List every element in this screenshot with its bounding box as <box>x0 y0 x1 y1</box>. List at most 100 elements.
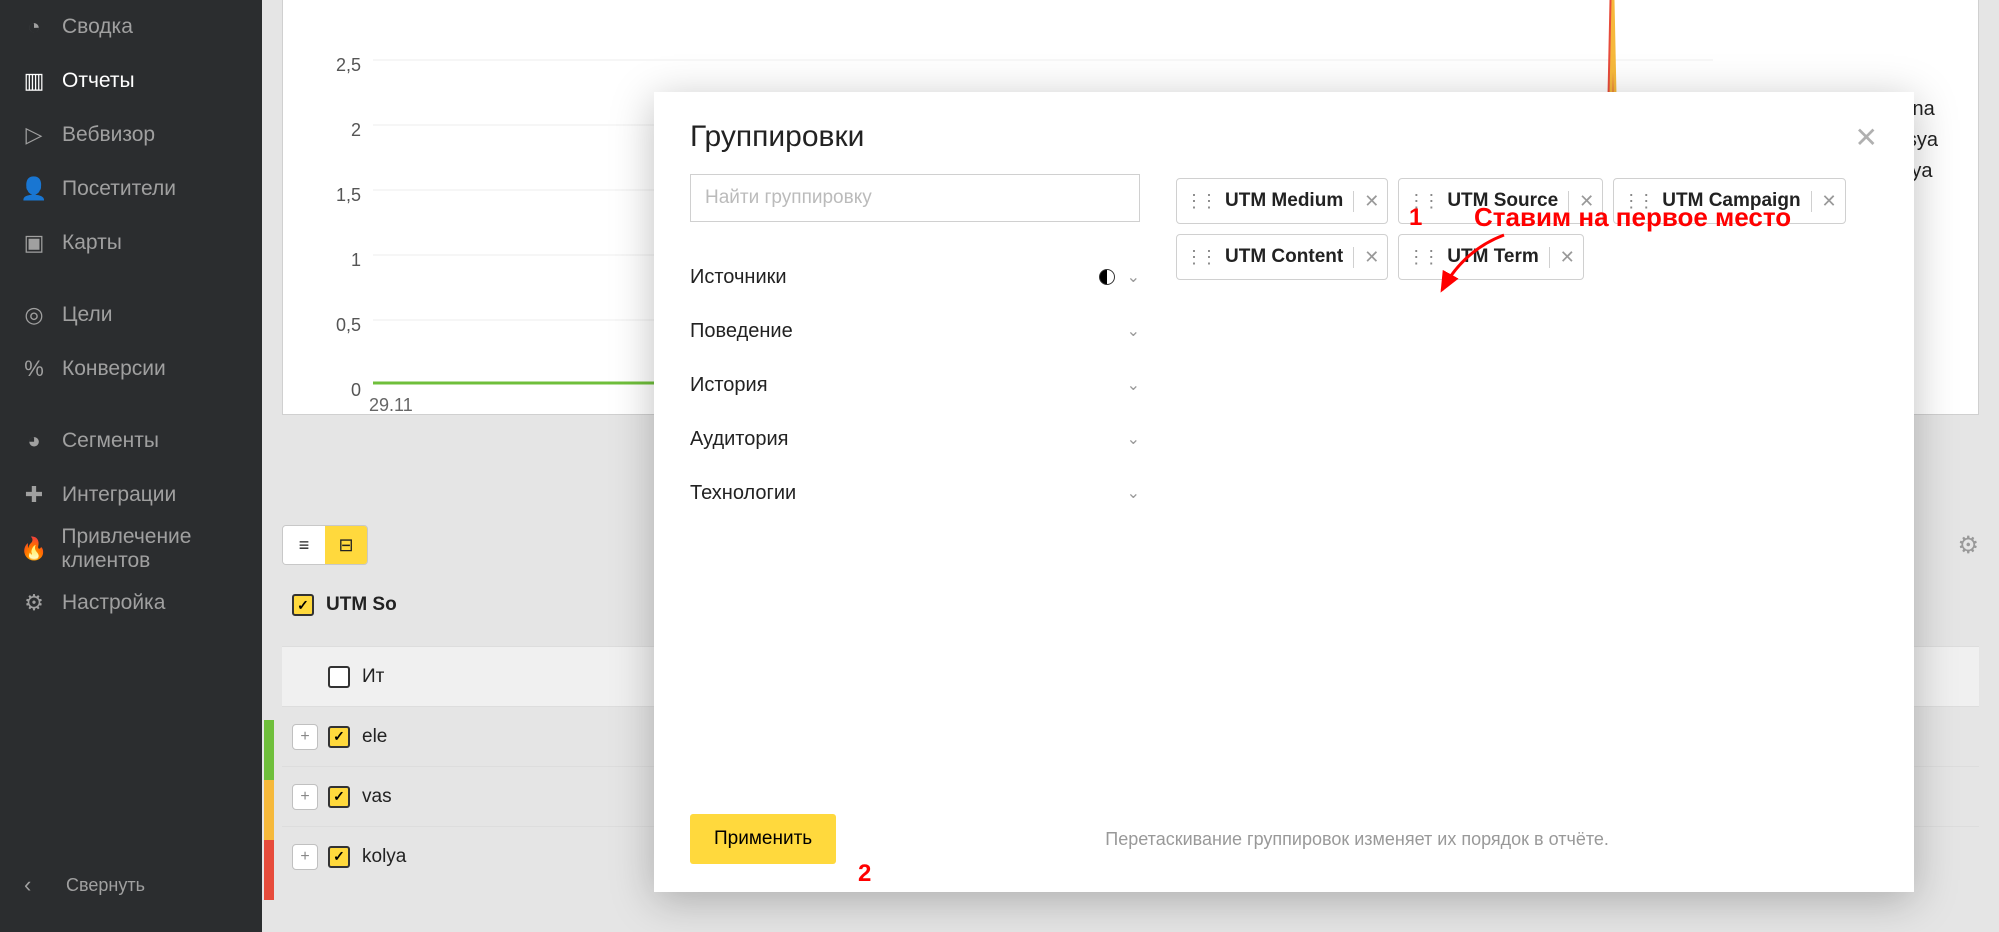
sidebar-item-label: Сводка <box>62 15 133 39</box>
groupings-modal: Группировки ✕ Источники⌄Поведение⌄Истори… <box>654 92 1914 892</box>
chip-utm-campaign[interactable]: ⋮⋮UTM Campaign✕ <box>1613 178 1845 224</box>
gear-icon[interactable]: ⚙ <box>1957 531 1979 560</box>
sidebar-item-Конверсии[interactable]: % Конверсии <box>0 342 262 396</box>
sidebar: ◔Сводка ▥ Отчеты ▷Вебвизор 👤 Посетители ▣ Карты… <box>0 0 262 932</box>
sidebar-item-label: Привлечение клиентов <box>61 525 242 573</box>
nav-icon: % <box>20 356 48 382</box>
y-tick: 2 <box>351 120 361 141</box>
chip-label: UTM Term <box>1447 246 1538 268</box>
row-label: Ит <box>362 666 384 688</box>
chip-label: UTM Medium <box>1225 190 1343 212</box>
expand-button[interactable]: + <box>292 724 318 750</box>
category-Источники[interactable]: Источники ⌄ <box>690 250 1140 304</box>
category-label: Технологии <box>690 482 796 505</box>
expand-button[interactable]: + <box>292 844 318 870</box>
chip-label: UTM Source <box>1447 190 1558 212</box>
close-icon[interactable]: ✕ <box>1855 121 1878 154</box>
sidebar-item-Цели[interactable]: ◎Цели <box>0 288 262 342</box>
sidebar-item-Интеграции[interactable]: ✚Интеграции <box>0 468 262 522</box>
y-tick: 0 <box>351 380 361 401</box>
sidebar-collapse[interactable]: ‹ Свернуть <box>0 858 262 912</box>
column-label: UTM So <box>326 594 397 616</box>
chip-remove-icon[interactable]: ✕ <box>1353 247 1379 268</box>
sidebar-item-label: Отчеты <box>62 69 135 93</box>
chip-remove-icon[interactable]: ✕ <box>1811 191 1837 212</box>
category-Технологии[interactable]: Технологии⌄ <box>690 466 1140 520</box>
row-label: kolya <box>362 846 406 868</box>
chip-utm-content[interactable]: ⋮⋮ UTM Content ✕ <box>1176 234 1388 280</box>
y-tick: 0,5 <box>336 315 361 336</box>
row-label: ele <box>362 726 387 748</box>
modal-hint: Перетаскивание группировок изменяет их п… <box>836 829 1878 850</box>
y-axis: 2,5 2 1,5 1 0,5 0 <box>289 0 369 400</box>
category-label: Аудитория <box>690 428 788 451</box>
category-Аудитория[interactable]: Аудитория ⌄ <box>690 412 1140 466</box>
row-label: vas <box>362 786 392 808</box>
drag-handle-icon[interactable]: ⋮⋮ <box>1185 191 1215 212</box>
drag-handle-icon[interactable]: ⋮⋮ <box>1622 191 1652 212</box>
nav-icon: ◎ <box>20 302 48 328</box>
nav-icon: 🔥 <box>20 536 47 562</box>
chip-utm-medium[interactable]: ⋮⋮ UTM Medium ✕ <box>1176 178 1388 224</box>
category-История[interactable]: История⌄ <box>690 358 1140 412</box>
sidebar-item-label: Посетители <box>62 177 176 201</box>
chip-remove-icon[interactable]: ✕ <box>1353 191 1379 212</box>
search-input[interactable] <box>690 174 1140 222</box>
nav-icon: ▥ <box>20 68 48 94</box>
sidebar-collapse-label: Свернуть <box>66 875 145 896</box>
sidebar-item-Сегменты[interactable]: ◕ Сегменты <box>0 414 262 468</box>
y-tick: 2,5 <box>336 55 361 76</box>
category-Поведение[interactable]: Поведение ⌄ <box>690 304 1140 358</box>
row-checkbox[interactable] <box>328 786 350 808</box>
sidebar-item-Вебвизор[interactable]: ▷Вебвизор <box>0 108 262 162</box>
y-tick: 1 <box>351 250 361 271</box>
sidebar-item-Посетители[interactable]: 👤 Посетители <box>0 162 262 216</box>
y-tick: 1,5 <box>336 185 361 206</box>
apply-button[interactable]: Применить <box>690 814 836 864</box>
chip-label: UTM Content <box>1225 246 1343 268</box>
chevron-left-icon: ‹ <box>24 872 52 898</box>
chip-remove-icon[interactable]: ✕ <box>1568 191 1594 212</box>
sidebar-item-Сводка[interactable]: ◔Сводка <box>0 0 262 54</box>
sidebar-item-label: Интеграции <box>62 483 176 507</box>
nav-icon: 👤 <box>20 176 48 202</box>
chevron-down-icon: ⌄ <box>1127 321 1140 341</box>
drag-handle-icon[interactable]: ⋮⋮ <box>1407 191 1437 212</box>
modal-title: Группировки <box>690 120 864 154</box>
chip-remove-icon[interactable]: ✕ <box>1549 247 1575 268</box>
chevron-down-icon: ⌄ <box>1127 267 1140 287</box>
row-checkbox[interactable] <box>328 846 350 868</box>
main: 2,521,510,50 29.11 20:50 ✓elena✓vasya✓ko… <box>262 0 1999 932</box>
category-label: Источники <box>690 266 787 289</box>
expand-button[interactable]: + <box>292 784 318 810</box>
chip-utm-source[interactable]: ⋮⋮ UTM Source ✕ <box>1398 178 1603 224</box>
view-tree-button[interactable]: ⊟ <box>325 526 367 564</box>
sidebar-item-label: Конверсии <box>62 357 166 381</box>
view-toggle: ≡ ⊟ <box>282 525 368 565</box>
view-list-button[interactable]: ≡ <box>283 526 325 564</box>
row-checkbox[interactable] <box>328 666 350 688</box>
sidebar-item-label: Вебвизор <box>62 123 155 147</box>
modal-overlay: Группировки ✕ Источники⌄Поведение⌄Истори… <box>524 0 1999 932</box>
row-color-stripe <box>264 780 274 840</box>
x-axis-start: 29.11 <box>369 395 413 416</box>
select-all-checkbox[interactable] <box>292 594 314 616</box>
sidebar-item-label: Сегменты <box>62 429 159 453</box>
chevron-down-icon: ⌄ <box>1127 429 1140 449</box>
sidebar-item-Привлечение клиентов[interactable]: 🔥 Привлечение клиентов <box>0 522 262 576</box>
row-color-stripe <box>264 840 274 900</box>
category-label: Поведение <box>690 320 793 343</box>
nav-icon: ▣ <box>20 230 48 256</box>
drag-handle-icon[interactable]: ⋮⋮ <box>1407 247 1437 268</box>
sidebar-item-Настройка[interactable]: ⚙Настройка <box>0 576 262 630</box>
sidebar-item-Карты[interactable]: ▣ Карты <box>0 216 262 270</box>
sidebar-item-Отчеты[interactable]: ▥ Отчеты <box>0 54 262 108</box>
drag-handle-icon[interactable]: ⋮⋮ <box>1185 247 1215 268</box>
sidebar-item-label: Карты <box>62 231 122 255</box>
half-filled-icon <box>1099 269 1115 285</box>
row-checkbox[interactable] <box>328 726 350 748</box>
nav-icon: ◕ <box>20 428 48 454</box>
row-color-stripe <box>264 720 274 780</box>
chevron-down-icon: ⌄ <box>1127 375 1140 395</box>
chip-utm-term[interactable]: ⋮⋮ UTM Term ✕ <box>1398 234 1584 280</box>
